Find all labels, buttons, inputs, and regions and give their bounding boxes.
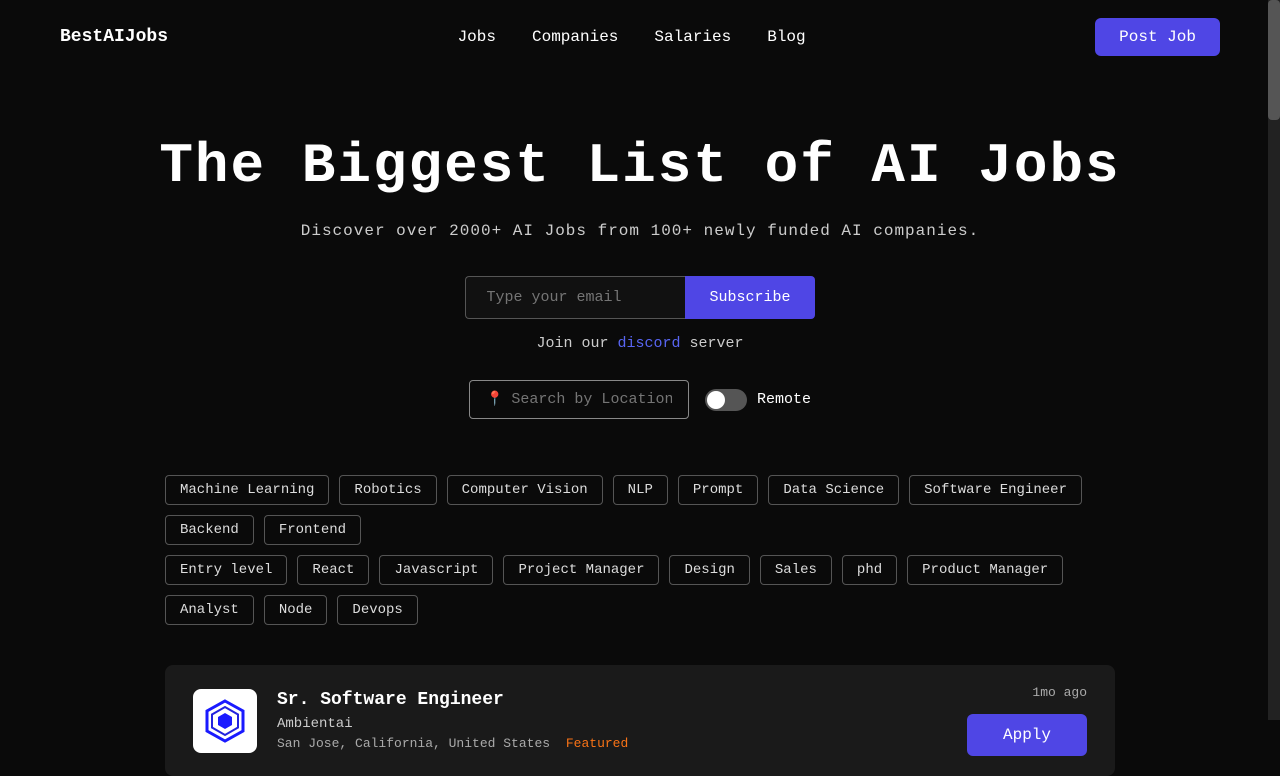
subscribe-button[interactable]: Subscribe (685, 276, 814, 319)
tag-data-science[interactable]: Data Science (768, 475, 899, 505)
nav-blog[interactable]: Blog (767, 28, 805, 46)
job-location: San Jose, California, United States Feat… (277, 736, 947, 751)
tags-section: Machine Learning Robotics Computer Visio… (0, 475, 1280, 625)
scrollbar-track[interactable] (1268, 0, 1280, 720)
tag-frontend[interactable]: Frontend (264, 515, 361, 545)
job-meta: 1mo ago Apply (967, 685, 1087, 756)
remote-label: Remote (757, 391, 811, 408)
job-time-ago: 1mo ago (1032, 685, 1087, 700)
navbar: BestAIJobs Jobs Companies Salaries Blog … (0, 0, 1280, 74)
tag-software-engineer[interactable]: Software Engineer (909, 475, 1082, 505)
subscribe-row: Subscribe (20, 276, 1260, 319)
job-location-text: San Jose, California, United States (277, 736, 550, 751)
discord-text-after: server (690, 335, 744, 352)
hero-subtitle: Discover over 2000+ AI Jobs from 100+ ne… (20, 222, 1260, 240)
discord-text-before: Join our (536, 335, 608, 352)
company-logo (193, 689, 257, 753)
tag-project-manager[interactable]: Project Manager (503, 555, 659, 585)
job-company: Ambientai (277, 716, 947, 732)
tag-robotics[interactable]: Robotics (339, 475, 436, 505)
tag-sales[interactable]: Sales (760, 555, 832, 585)
tag-entry-level[interactable]: Entry level (165, 555, 287, 585)
tag-analyst[interactable]: Analyst (165, 595, 254, 625)
tag-node[interactable]: Node (264, 595, 328, 625)
tag-backend[interactable]: Backend (165, 515, 254, 545)
tag-computer-vision[interactable]: Computer Vision (447, 475, 603, 505)
tag-devops[interactable]: Devops (337, 595, 417, 625)
tags-row-2: Entry level React Javascript Project Man… (165, 555, 1115, 625)
tag-javascript[interactable]: Javascript (379, 555, 493, 585)
tag-nlp[interactable]: NLP (613, 475, 668, 505)
nav-salaries[interactable]: Salaries (654, 28, 731, 46)
location-input[interactable] (511, 391, 672, 408)
tag-react[interactable]: React (297, 555, 369, 585)
nav-jobs[interactable]: Jobs (458, 28, 496, 46)
nav-companies[interactable]: Companies (532, 28, 618, 46)
discord-row: Join our discord server (20, 335, 1260, 352)
job-title: Sr. Software Engineer (277, 690, 947, 710)
tag-prompt[interactable]: Prompt (678, 475, 758, 505)
email-input[interactable] (465, 276, 685, 319)
remote-toggle-switch[interactable] (705, 389, 747, 411)
tag-machine-learning[interactable]: Machine Learning (165, 475, 329, 505)
featured-badge: Featured (566, 736, 628, 751)
tag-phd[interactable]: phd (842, 555, 897, 585)
location-icon: 📍 (486, 391, 503, 408)
tags-row-1: Machine Learning Robotics Computer Visio… (165, 475, 1115, 545)
discord-link[interactable]: discord (617, 335, 680, 352)
job-info: Sr. Software Engineer Ambientai San Jose… (277, 690, 947, 751)
tag-product-manager[interactable]: Product Manager (907, 555, 1063, 585)
brand-logo[interactable]: BestAIJobs (60, 27, 168, 47)
tag-design[interactable]: Design (669, 555, 749, 585)
hero-title: The Biggest List of AI Jobs (20, 134, 1260, 198)
apply-button[interactable]: Apply (967, 714, 1087, 756)
company-logo-svg (201, 697, 249, 745)
jobs-section: Sr. Software Engineer Ambientai San Jose… (0, 665, 1280, 776)
location-input-wrap: 📍 (469, 380, 689, 419)
job-card: Sr. Software Engineer Ambientai San Jose… (165, 665, 1115, 776)
post-job-button[interactable]: Post Job (1095, 18, 1220, 56)
remote-toggle: Remote (705, 389, 811, 411)
scrollbar-thumb[interactable] (1268, 0, 1280, 120)
hero-section: The Biggest List of AI Jobs Discover ove… (0, 74, 1280, 475)
location-row: 📍 Remote (20, 380, 1260, 419)
